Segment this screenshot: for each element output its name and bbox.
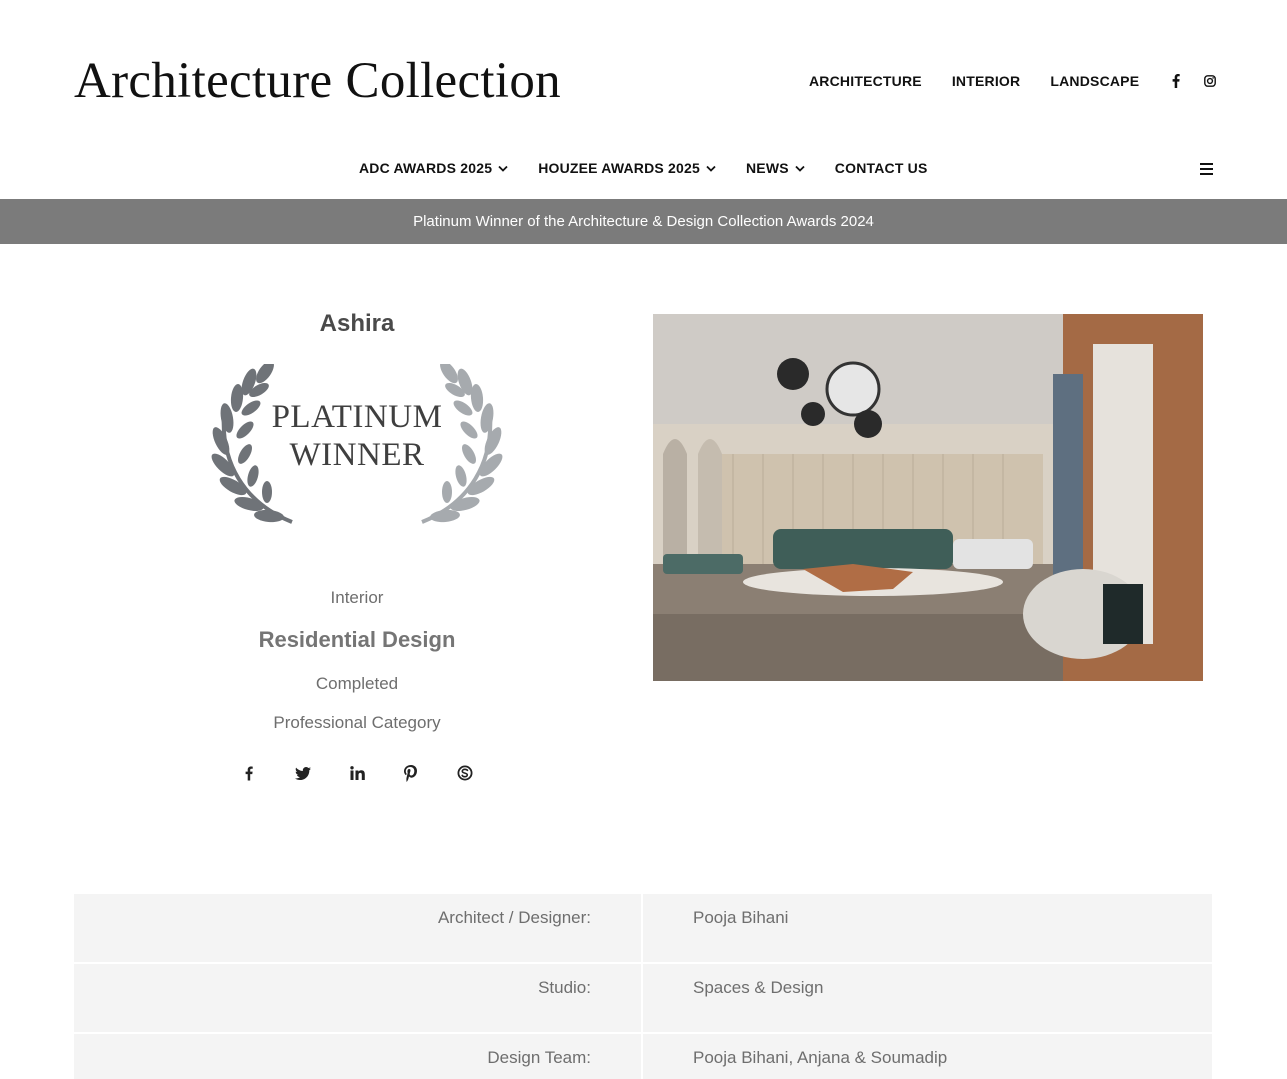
nav-contact-us[interactable]: CONTACT US — [835, 160, 928, 176]
chevron-down-icon — [795, 165, 805, 172]
skype-icon[interactable] — [438, 763, 492, 783]
nav-adc-awards-label: ADC AWARDS 2025 — [359, 160, 493, 176]
nav-contact-us-label: CONTACT US — [834, 160, 928, 176]
detail-value: Pooja Bihani, Anjana & Soumadip — [643, 1034, 1212, 1079]
professional-category: Professional Category — [273, 713, 441, 732]
linkedin-icon[interactable] — [330, 763, 384, 783]
twitter-icon[interactable] — [276, 763, 330, 783]
nav-adc-awards[interactable]: ADC AWARDS 2025 — [359, 160, 508, 176]
pinterest-icon[interactable] — [384, 763, 438, 783]
nav-news-label: NEWS — [745, 160, 789, 176]
table-row: Architect / Designer: Pooja Bihani — [74, 894, 1212, 962]
share-buttons — [157, 763, 557, 783]
living-room-image — [653, 314, 1203, 681]
project-title: Ashira — [319, 310, 395, 337]
detail-label: Studio: — [74, 964, 641, 1032]
award-line-1: PLATINUM — [271, 399, 443, 435]
detail-label: Design Team: — [74, 1034, 641, 1079]
platinum-winner-badge: PLATINUM WINNER — [207, 360, 507, 530]
detail-value: Pooja Bihani — [643, 894, 1212, 962]
award-line-2: WINNER — [289, 437, 425, 473]
facebook-icon[interactable] — [222, 763, 276, 783]
award-banner: Platinum Winner of the Architecture & De… — [0, 199, 1287, 244]
nav-houzee-awards-label: HOUZEE AWARDS 2025 — [538, 160, 700, 176]
nav-interior[interactable]: INTERIOR — [952, 73, 1021, 89]
project-summary: Ashira PLATINUM WINNER Interior Resident… — [157, 310, 557, 783]
project-photo[interactable] — [653, 314, 1203, 681]
detail-label: Architect / Designer: — [74, 894, 641, 962]
table-row: Design Team: Pooja Bihani, Anjana & Soum… — [74, 1034, 1212, 1079]
instagram-icon[interactable] — [1203, 72, 1217, 90]
project-status: Completed — [315, 674, 399, 693]
facebook-icon[interactable] — [1169, 72, 1183, 90]
nav-houzee-awards[interactable]: HOUZEE AWARDS 2025 — [538, 160, 716, 176]
nav-landscape[interactable]: LANDSCAPE — [1050, 73, 1139, 89]
nav-news[interactable]: NEWS — [746, 160, 805, 176]
award-text: PLATINUM WINNER — [207, 398, 507, 474]
project-details-table: Architect / Designer: Pooja Bihani Studi… — [74, 894, 1212, 1079]
nav-architecture[interactable]: ARCHITECTURE — [809, 73, 922, 89]
hamburger-menu-icon[interactable] — [1200, 163, 1213, 175]
main-navigation: ADC AWARDS 2025 HOUZEE AWARDS 2025 NEWS … — [359, 160, 958, 176]
project-category[interactable]: Interior — [157, 588, 557, 608]
top-navigation: ARCHITECTURE INTERIOR LANDSCAPE — [809, 72, 1217, 90]
detail-value: Spaces & Design — [643, 964, 1212, 1032]
chevron-down-icon — [498, 165, 508, 172]
chevron-down-icon — [706, 165, 716, 172]
table-row: Studio: Spaces & Design — [74, 964, 1212, 1032]
project-subcategory[interactable]: Residential Design — [157, 627, 557, 653]
site-logo[interactable]: Architecture Collection — [74, 52, 561, 110]
